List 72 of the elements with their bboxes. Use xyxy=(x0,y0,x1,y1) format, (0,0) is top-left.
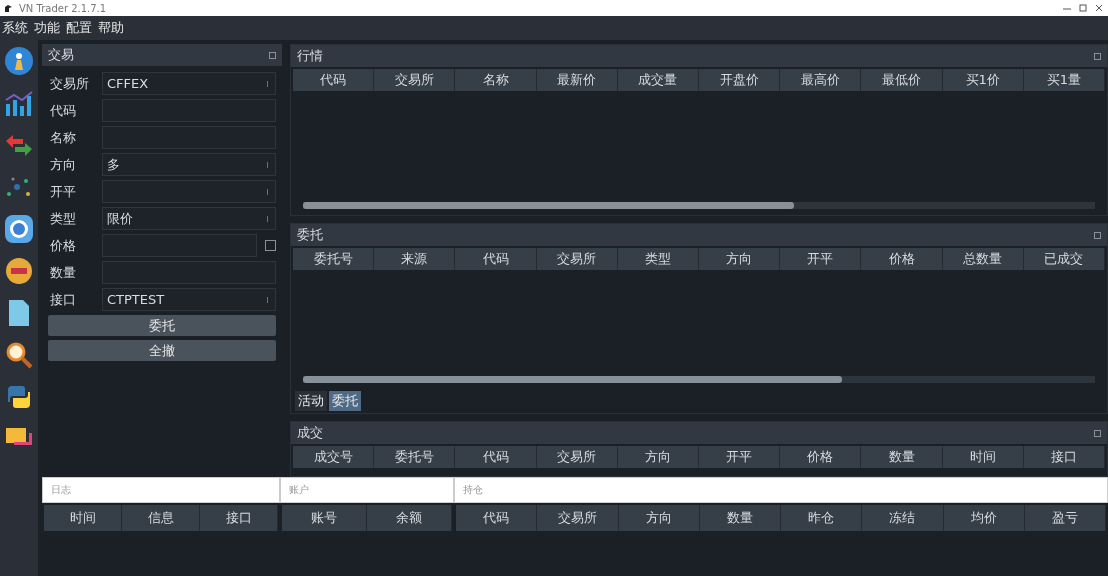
column-header[interactable]: 开平 xyxy=(780,248,862,271)
column-header[interactable]: 方向 xyxy=(618,505,700,531)
column-header[interactable]: 最高价 xyxy=(780,69,862,91)
column-header[interactable]: 成交量 xyxy=(617,69,699,91)
dropdown[interactable]: CTPTEST xyxy=(102,288,276,311)
column-header[interactable]: 成交号 xyxy=(293,446,375,469)
column-header[interactable]: 类型 xyxy=(617,248,699,271)
column-header[interactable]: 方向 xyxy=(617,446,699,469)
field-label: 数量 xyxy=(50,263,77,282)
column-header[interactable]: 代码 xyxy=(456,505,538,531)
field-label: 代码 xyxy=(50,101,77,120)
column-header[interactable]: 代码 xyxy=(455,446,537,469)
panel-title: 行情 xyxy=(297,47,323,65)
column-header[interactable]: 余额 xyxy=(367,505,452,531)
column-header[interactable]: 信息 xyxy=(122,505,200,531)
panel-title: 账户 xyxy=(289,483,309,497)
window-title: VN Trader 2.1.7.1 xyxy=(19,2,108,14)
column-header[interactable]: 名称 xyxy=(455,69,537,91)
column-header[interactable]: 开盘价 xyxy=(699,69,781,91)
column-header[interactable]: 交易所 xyxy=(536,446,618,469)
column-header[interactable]: 买1价 xyxy=(942,69,1024,91)
column-header[interactable]: 交易所 xyxy=(374,69,456,91)
column-header[interactable]: 冻结 xyxy=(862,505,944,531)
tab[interactable]: 活动 xyxy=(295,391,327,412)
column-header[interactable]: 开平 xyxy=(699,446,781,469)
dropdown[interactable]: 多 xyxy=(102,153,276,176)
column-header[interactable]: 交易所 xyxy=(536,248,618,271)
panel-title: 成交 xyxy=(297,424,323,443)
column-header[interactable]: 买1量 xyxy=(1023,69,1106,91)
menu-item[interactable]: 功能 xyxy=(34,19,60,37)
column-header[interactable]: 接口 xyxy=(1023,446,1106,469)
field-label: 价格 xyxy=(50,236,77,255)
column-header[interactable]: 代码 xyxy=(293,69,375,91)
column-header[interactable]: 均价 xyxy=(943,505,1025,531)
action-button[interactable]: 全撤 xyxy=(48,340,276,361)
column-header[interactable]: 交易所 xyxy=(537,505,619,531)
column-header[interactable]: 委托号 xyxy=(293,248,375,271)
panel-title: 委托 xyxy=(297,226,323,245)
field-label: 名称 xyxy=(50,128,77,147)
column-header[interactable]: 代码 xyxy=(455,248,537,271)
field-label: 开平 xyxy=(50,182,77,201)
column-header[interactable]: 最新价 xyxy=(536,69,618,91)
tab[interactable]: 委托 xyxy=(329,391,361,412)
action-button[interactable]: 委托 xyxy=(48,315,276,336)
column-header[interactable]: 账号 xyxy=(282,505,367,531)
column-header[interactable]: 盈亏 xyxy=(1024,505,1106,531)
menu-item[interactable]: 配置 xyxy=(66,19,92,37)
column-header[interactable]: 昨仓 xyxy=(781,505,863,531)
field-label: 接口 xyxy=(50,290,77,309)
field-label: 方向 xyxy=(50,155,77,174)
column-header[interactable]: 委托号 xyxy=(374,446,456,469)
panel-title: 持仓 xyxy=(463,483,483,497)
column-header[interactable]: 接口 xyxy=(200,505,278,531)
column-header[interactable]: 数量 xyxy=(861,446,943,469)
menu-item[interactable]: 帮助 xyxy=(98,19,124,37)
column-header[interactable]: 价格 xyxy=(861,248,943,271)
column-header[interactable]: 最低价 xyxy=(861,69,943,91)
panel-title: 交易 xyxy=(48,46,74,64)
menu-item[interactable]: 系统 xyxy=(2,19,28,37)
column-header[interactable]: 方向 xyxy=(699,248,781,271)
column-header[interactable]: 已成交 xyxy=(1023,248,1106,271)
column-header[interactable]: 来源 xyxy=(374,248,456,271)
column-header[interactable]: 总数量 xyxy=(942,248,1024,271)
column-header[interactable]: 数量 xyxy=(699,505,781,531)
column-header[interactable]: 价格 xyxy=(780,446,862,469)
field-label: 交易所 xyxy=(50,74,90,93)
field-label: 类型 xyxy=(50,209,77,228)
dropdown[interactable]: CFFEX xyxy=(102,72,276,95)
panel-title: 日志 xyxy=(51,483,71,497)
column-header[interactable]: 时间 xyxy=(44,505,122,531)
column-header[interactable]: 时间 xyxy=(942,446,1024,469)
dropdown[interactable]: 限价 xyxy=(102,207,276,230)
